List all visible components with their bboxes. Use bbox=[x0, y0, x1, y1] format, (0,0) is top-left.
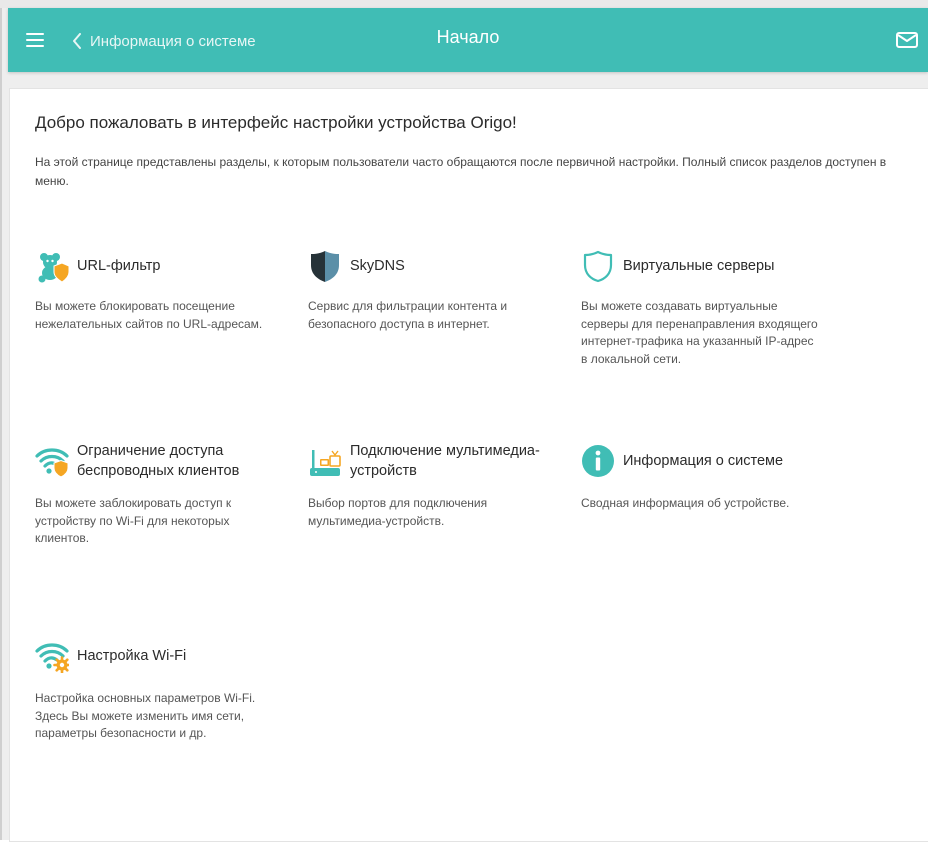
card-title: URL-фильтр bbox=[77, 258, 161, 274]
card-desc: Вы можете создавать виртуальные серверы … bbox=[581, 299, 818, 366]
card-title: SkyDNS bbox=[350, 258, 405, 274]
page-title: Начало bbox=[436, 27, 500, 47]
card-wifi-access-control[interactable]: Ограничение доступа беспроводных клиенто… bbox=[35, 441, 275, 548]
top-bar: Информация о системе Начало bbox=[8, 8, 928, 72]
card-wifi-setup[interactable]: Настройка Wi-Fi Настройка основных парам… bbox=[35, 636, 275, 743]
card-url-filter[interactable]: URL-фильтр Вы можете блокировать посещен… bbox=[35, 246, 275, 333]
card-title: Подключение мультимедиа-устройств bbox=[350, 443, 540, 479]
card-system-info[interactable]: Информация о системе Сводная информация … bbox=[581, 441, 821, 513]
multimedia-devices-icon bbox=[310, 450, 341, 476]
card-virtual-servers[interactable]: Виртуальные серверы Вы можете создавать … bbox=[581, 246, 821, 368]
card-desc: Сервис для фильтрации контента и безопас… bbox=[308, 299, 508, 331]
card-multimedia[interactable]: Подключение мультимедиа-устройств Выбор … bbox=[308, 441, 548, 530]
wifi-shield-icon bbox=[35, 448, 69, 478]
card-desc: Вы можете заблокировать доступ к устройс… bbox=[35, 496, 232, 545]
card-title: Информация о системе bbox=[623, 453, 784, 469]
card-title: Виртуальные серверы bbox=[623, 258, 775, 274]
card-skydns[interactable]: SkyDNS Сервис для фильтрации контента и … bbox=[308, 246, 548, 333]
info-icon bbox=[582, 445, 614, 477]
window-top-edge bbox=[0, 0, 928, 8]
card-desc: Настройка основных параметров Wi-Fi. Зде… bbox=[35, 691, 256, 740]
home-panel: Добро пожаловать в интерфейс настройки у… bbox=[9, 88, 928, 842]
skydns-shield-icon bbox=[311, 251, 339, 282]
shield-outline-icon bbox=[583, 250, 613, 283]
url-filter-icon bbox=[38, 253, 69, 283]
intro-text: На этой странице представлены разделы, к… bbox=[35, 155, 887, 188]
card-desc: Сводная информация об устройстве. bbox=[581, 496, 790, 510]
welcome-heading: Добро пожаловать в интерфейс настройки у… bbox=[35, 113, 517, 132]
card-desc: Выбор портов для подключения мультимедиа… bbox=[308, 496, 488, 528]
card-title: Ограничение доступа беспроводных клиенто… bbox=[77, 443, 240, 479]
window-edge bbox=[0, 0, 2, 840]
wifi-gear-icon bbox=[35, 643, 69, 673]
mail-icon[interactable] bbox=[896, 32, 918, 48]
card-title: Настройка Wi-Fi bbox=[77, 648, 187, 664]
card-desc: Вы можете блокировать посещение нежелате… bbox=[35, 299, 263, 331]
